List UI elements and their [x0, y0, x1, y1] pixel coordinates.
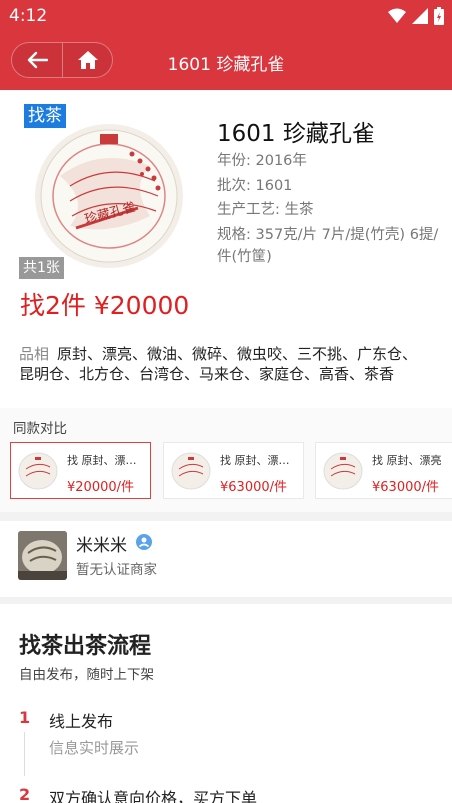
flow-section: 找茶出茶流程 自由发布，随时上下架 1 线上发布 信息实时展示 2 双方确认意向… — [0, 604, 452, 803]
step-number: 2 — [19, 785, 31, 803]
signal-icon — [412, 8, 428, 24]
step-connector — [24, 732, 25, 776]
step-number: 1 — [19, 708, 31, 727]
product-batch: 批次: 1601 — [217, 178, 293, 194]
wifi-icon — [388, 8, 406, 23]
verify-badge-icon — [136, 534, 152, 550]
compare-card-price: ¥63000/件 — [372, 480, 440, 495]
compare-card[interactable]: 找 原封、漂亮 ¥63000/件 — [315, 442, 452, 499]
compare-thumb — [323, 452, 363, 490]
compare-card-text: 找 原封、漂亮 — [372, 454, 442, 467]
compare-card-text: 找 原封、漂… — [67, 454, 137, 467]
compare-card-price: ¥63000/件 — [220, 480, 288, 495]
product-title: 1601 珍藏孔雀 — [217, 121, 375, 147]
find-tag: 找茶 — [24, 104, 66, 128]
status-bar: 4:12 — [0, 0, 452, 32]
battery-icon — [434, 7, 444, 25]
compare-card[interactable]: 找 原封、漂… ¥20000/件 — [10, 442, 151, 499]
compare-section: 同款对比 找 原封、漂… ¥20000/件 找 原封、漂… ¥63000/件 找… — [0, 408, 452, 512]
product-image[interactable]: 珍藏孔雀 — [20, 106, 198, 282]
step-desc: 信息实时展示 — [49, 739, 140, 757]
price-line: 找2件 ¥20000 — [20, 291, 190, 320]
quality-text: 原封、漂亮、微油、微碎、微虫咬、三不挑、广东仓、昆明仓、北方仓、台湾仓、马来仓、… — [19, 345, 418, 383]
seller-name: 米米米 — [76, 536, 127, 556]
seller-subtitle: 暂无认证商家 — [76, 562, 157, 578]
top-bar: 1601 珍藏孔雀 — [0, 32, 452, 90]
compare-thumb — [18, 452, 58, 490]
product-craft: 生产工艺: 生茶 — [217, 202, 314, 218]
step-title: 双方确认意向价格，买方下单 — [49, 789, 258, 803]
compare-heading: 同款对比 — [13, 421, 67, 437]
compare-card[interactable]: 找 原封、漂… ¥63000/件 — [163, 442, 304, 499]
product-spec: 规格: 357克/片 7片/提(竹壳) 6提/件(竹筐) — [217, 227, 439, 265]
product-year: 年份: 2016年 — [217, 153, 307, 169]
seller-section[interactable]: 米米米 暂无认证商家 — [0, 521, 452, 597]
step-title: 线上发布 — [49, 712, 114, 731]
compare-card-price: ¥20000/件 — [67, 480, 135, 495]
seller-avatar[interactable] — [18, 531, 67, 580]
status-time: 4:12 — [9, 6, 48, 26]
flow-title: 找茶出茶流程 — [19, 634, 152, 659]
seller-avatar-image — [18, 531, 67, 580]
image-count-badge: 共1张 — [19, 257, 64, 279]
quality-label: 品相 — [19, 345, 50, 363]
quality-block: 品相 原封、漂亮、微油、微碎、微虫咬、三不挑、广东仓、昆明仓、北方仓、台湾仓、马来… — [19, 344, 431, 384]
status-icons — [388, 6, 444, 26]
page-title: 1601 珍藏孔雀 — [167, 55, 285, 75]
compare-thumb — [171, 452, 211, 490]
compare-card-text: 找 原封、漂… — [220, 454, 290, 467]
product-section: 珍藏孔雀 找茶 共1张 1601 珍藏孔雀 年份: 2016年 批次: 1601… — [0, 90, 452, 408]
flow-subtitle: 自由发布，随时上下架 — [19, 667, 154, 683]
